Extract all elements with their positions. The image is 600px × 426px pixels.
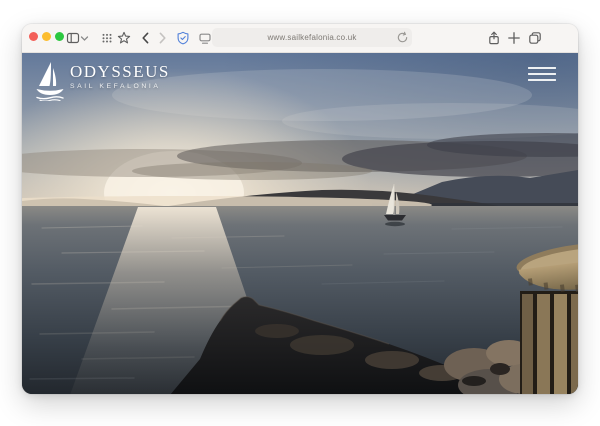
site-logo[interactable]: ODYSSEUS SAIL KEFALONIA	[35, 61, 170, 101]
logo-text: ODYSSEUS SAIL KEFALONIA	[70, 61, 170, 90]
refresh-icon[interactable]	[395, 31, 409, 45]
hamburger-line	[528, 67, 556, 69]
browser-toolbar: www.sailkefalonia.co.uk	[22, 24, 578, 53]
hamburger-line	[528, 79, 556, 81]
hamburger-line	[528, 73, 556, 75]
zoom-window-button[interactable]	[55, 32, 64, 41]
sailboat-logo-icon	[35, 61, 65, 101]
logo-subtitle: SAIL KEFALONIA	[70, 83, 170, 90]
sidebar-toggle-icon[interactable]	[66, 31, 80, 45]
forward-icon[interactable]	[155, 31, 169, 45]
site-header: ODYSSEUS SAIL KEFALONIA	[22, 53, 578, 101]
close-window-button[interactable]	[29, 32, 38, 41]
minimize-window-button[interactable]	[42, 32, 51, 41]
page-viewport: ODYSSEUS SAIL KEFALONIA	[22, 53, 578, 394]
privacy-shield-icon[interactable]	[176, 31, 190, 45]
back-icon[interactable]	[139, 31, 153, 45]
stone-column	[515, 237, 578, 394]
url-text: www.sailkefalonia.co.uk	[267, 33, 356, 42]
logo-title: ODYSSEUS	[70, 63, 170, 81]
chevron-down-icon[interactable]	[80, 31, 89, 45]
bookmark-star-icon[interactable]	[117, 31, 131, 45]
hamburger-menu-button[interactable]	[528, 67, 556, 81]
grid-icon[interactable]	[100, 31, 114, 45]
browser-window: www.sailkefalonia.co.uk	[22, 24, 578, 394]
hero-image	[22, 53, 578, 394]
reader-view-icon[interactable]	[198, 31, 212, 45]
new-tab-icon[interactable]	[507, 31, 521, 45]
address-bar[interactable]: www.sailkefalonia.co.uk	[212, 28, 412, 47]
tab-overview-icon[interactable]	[528, 31, 542, 45]
share-icon[interactable]	[487, 31, 501, 45]
